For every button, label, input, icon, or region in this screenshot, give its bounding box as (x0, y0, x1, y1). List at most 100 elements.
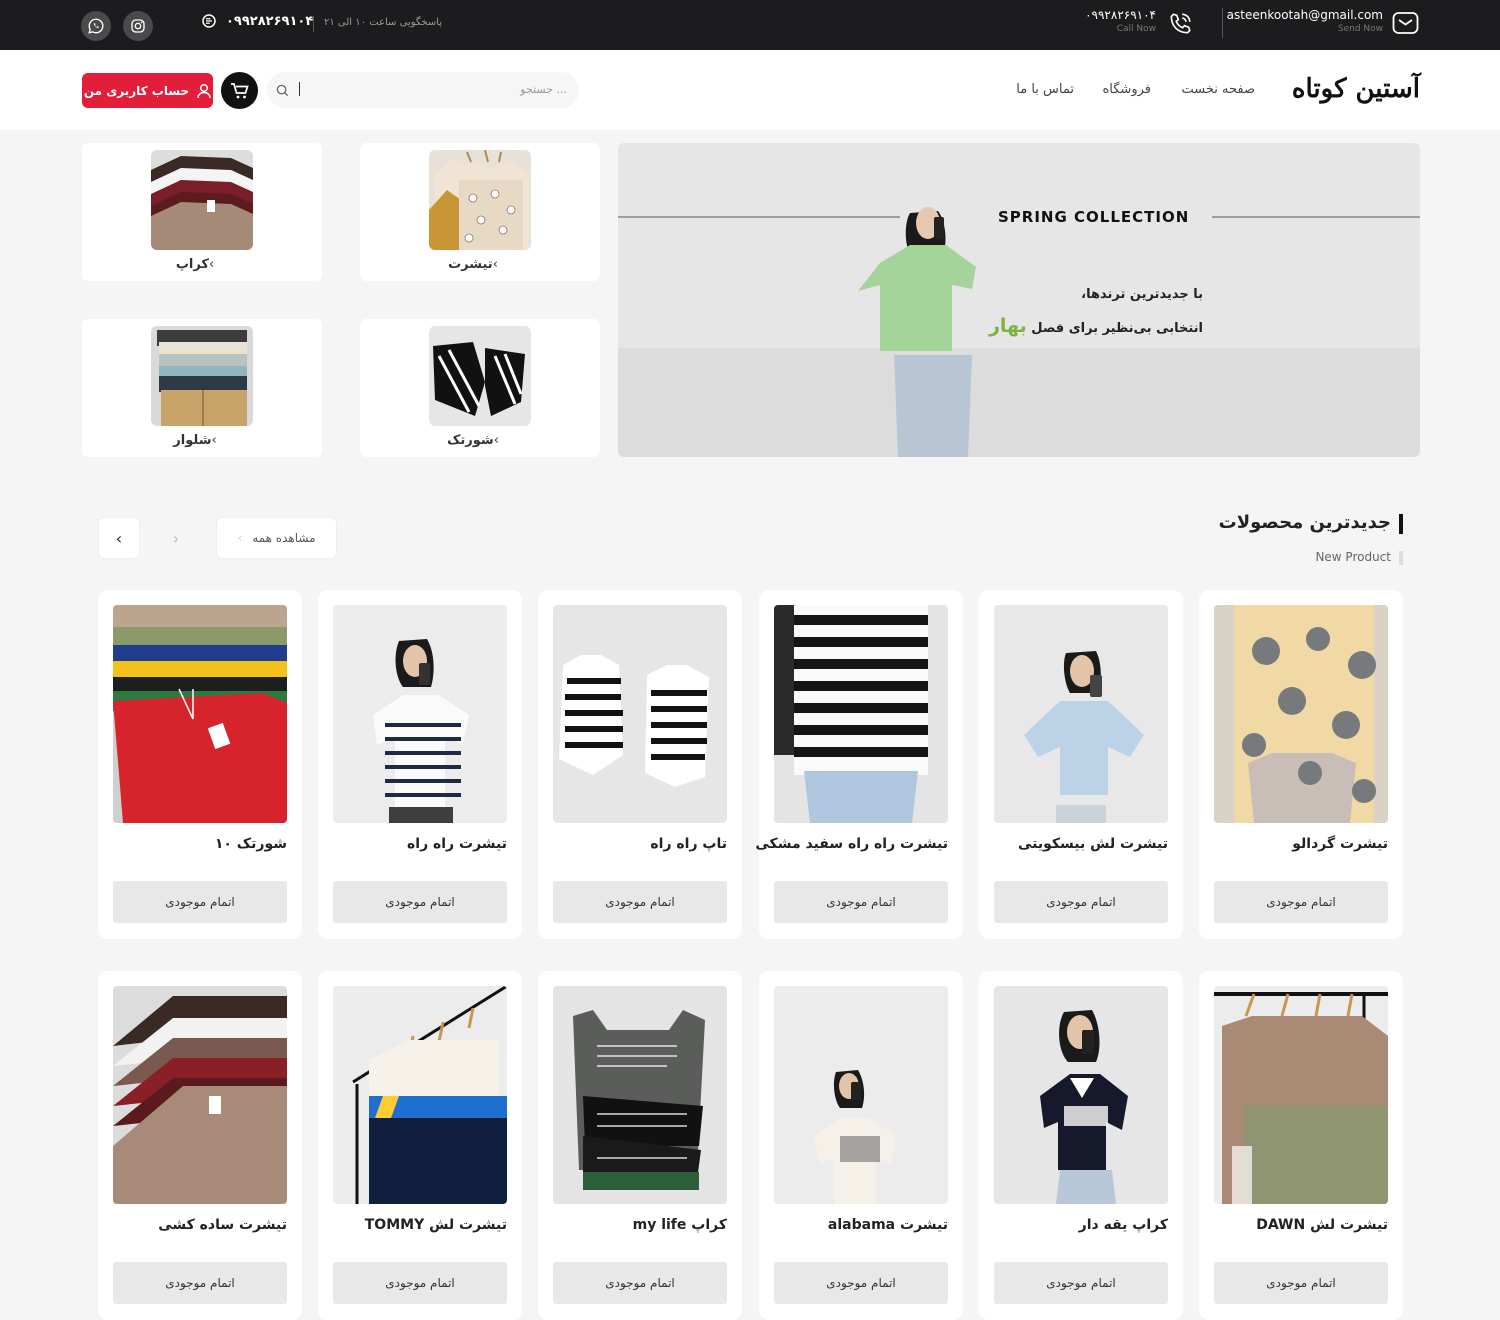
product-name[interactable]: تیشرت راه راه سفید مشکی (755, 836, 948, 852)
support-phone-number: ۰۹۹۲۸۲۶۹۱۰۴ (226, 13, 314, 29)
banner-highlight: بهار (988, 315, 1027, 337)
product-card[interactable]: تیشرت لش TOMMY اتمام موجودی (318, 971, 522, 1320)
out-of-stock-button[interactable]: اتمام موجودی (333, 1262, 507, 1304)
product-image (994, 986, 1168, 1204)
nav-home[interactable]: صفحه نخست (1182, 82, 1255, 97)
product-image (553, 986, 727, 1204)
nav-contact[interactable]: تماس با ما (1016, 82, 1074, 97)
category-image (151, 150, 253, 250)
out-of-stock-button[interactable]: اتمام موجودی (113, 1262, 287, 1304)
product-card[interactable]: کراپ my life اتمام موجودی (538, 971, 742, 1320)
product-name[interactable]: تیشرت گردالو (1292, 836, 1388, 852)
instagram-icon[interactable] (123, 11, 153, 41)
mail-icon (1392, 11, 1419, 35)
header: آستین کوتاه صفحه نخست فروشگاه تماس با ما… (0, 50, 1500, 130)
product-image (113, 986, 287, 1204)
email-address: asteenkootah@gmail.com (1226, 8, 1383, 22)
category-pants[interactable]: شلوار‹ (82, 319, 322, 457)
email-block[interactable]: asteenkootah@gmail.com Send Now (1227, 8, 1383, 36)
out-of-stock-button[interactable]: اتمام موجودی (994, 1262, 1168, 1304)
out-of-stock-button[interactable]: اتمام موجودی (774, 1262, 948, 1304)
search-input[interactable]: جستجو ... (520, 83, 567, 96)
product-card[interactable]: تیشرت راه راه اتمام موجودی (318, 590, 522, 939)
product-image (774, 605, 948, 823)
search-box[interactable]: جستجو ... (267, 72, 579, 108)
email-sub: Send Now (1337, 24, 1383, 34)
search-icon[interactable] (276, 84, 289, 97)
products-next-button[interactable]: › (155, 517, 197, 559)
product-card[interactable]: تیشرت گردالو اتمام موجودی (1199, 590, 1403, 939)
phone-icon (1167, 11, 1193, 37)
product-name[interactable]: تاپ راه راه (650, 836, 727, 852)
product-name[interactable]: تیشرت لش بیسکویتی (1018, 836, 1168, 852)
view-all-label: مشاهده همه (252, 531, 316, 545)
product-card[interactable]: تیشرت alabama اتمام موجودی (759, 971, 963, 1320)
cart-button[interactable] (221, 72, 258, 109)
product-card[interactable]: تاپ راه راه اتمام موجودی (538, 590, 742, 939)
product-card[interactable]: تیشرت لش DAWN اتمام موجودی (1199, 971, 1403, 1320)
view-all-button[interactable]: ‹ مشاهده همه (216, 517, 337, 559)
divider (1222, 8, 1223, 38)
section-title: جدیدترین محصولات (1218, 512, 1391, 533)
out-of-stock-button[interactable]: اتمام موجودی (1214, 881, 1388, 923)
support-phone[interactable]: ۰۹۹۲۸۲۶۹۱۰۴ (200, 12, 313, 30)
out-of-stock-button[interactable]: اتمام موجودی (994, 881, 1168, 923)
category-label: شلوار‹ (173, 433, 217, 448)
category-crop[interactable]: کراپ‹ (82, 143, 322, 281)
product-image (333, 605, 507, 823)
product-image (1214, 605, 1388, 823)
product-name[interactable]: کراپ my life (633, 1217, 727, 1233)
out-of-stock-button[interactable]: اتمام موجودی (774, 881, 948, 923)
out-of-stock-button[interactable]: اتمام موجودی (553, 1262, 727, 1304)
product-image (553, 605, 727, 823)
product-name[interactable]: تیشرت لش TOMMY (365, 1217, 507, 1233)
chevron-left-icon: ‹ (237, 531, 243, 545)
product-card[interactable]: کراپ یقه دار اتمام موجودی (979, 971, 1183, 1320)
category-label: تیشرت‹ (448, 257, 498, 272)
product-card[interactable]: شورتک ۱۰ اتمام موجودی (98, 590, 302, 939)
category-shorts[interactable]: شورتک‹ (360, 319, 600, 457)
call-phone: ۰۹۹۲۸۲۶۹۱۰۴ (1085, 8, 1156, 22)
chevron-left-icon: ‹ (211, 433, 217, 448)
banner-line-2: انتخابی بی‌نظیر برای فصل بهار (988, 315, 1203, 337)
subtitle-accent (1399, 551, 1403, 565)
product-name[interactable]: کراپ یقه دار (1079, 1217, 1168, 1233)
category-image (429, 150, 531, 250)
out-of-stock-button[interactable]: اتمام موجودی (333, 881, 507, 923)
product-card[interactable]: تیشرت راه راه سفید مشکی اتمام موجودی (755, 590, 963, 939)
call-block[interactable]: ۰۹۹۲۸۲۶۹۱۰۴ Call Now (1085, 8, 1156, 36)
banner-title: SPRING COLLECTION (998, 208, 1190, 226)
category-tshirt[interactable]: تیشرت‹ (360, 143, 600, 281)
site-logo[interactable]: آستین کوتاه (1292, 74, 1420, 104)
product-image (333, 986, 507, 1204)
product-name[interactable]: تیشرت alabama (828, 1217, 948, 1233)
category-label: کراپ‹ (175, 257, 215, 272)
nav-shop[interactable]: فروشگاه (1102, 82, 1151, 97)
out-of-stock-button[interactable]: اتمام موجودی (113, 881, 287, 923)
headset-icon (202, 14, 216, 28)
product-image (113, 605, 287, 823)
category-image (429, 326, 531, 426)
hero-banner[interactable]: ‹ › (618, 143, 1420, 457)
product-name[interactable]: تیشرت ساده کشی (158, 1217, 287, 1233)
product-name[interactable]: تیشرت لش DAWN (1256, 1217, 1388, 1233)
section-subtitle: New Product (1315, 550, 1391, 564)
chevron-left-icon: ‹ (115, 528, 123, 548)
product-card[interactable]: تیشرت لش بیسکویتی اتمام موجودی (979, 590, 1183, 939)
user-icon (197, 83, 211, 98)
product-card[interactable]: تیشرت ساده کشی اتمام موجودی (98, 971, 302, 1320)
product-image (994, 605, 1168, 823)
category-label: شورتک‹ (447, 433, 499, 448)
product-name[interactable]: شورتک ۱۰ (215, 836, 287, 852)
divider (313, 16, 314, 32)
title-accent (1399, 514, 1403, 534)
whatsapp-icon[interactable] (81, 11, 111, 41)
products-prev-button[interactable]: ‹ (98, 517, 140, 559)
out-of-stock-button[interactable]: اتمام موجودی (553, 881, 727, 923)
banner-image (618, 143, 1420, 457)
out-of-stock-button[interactable]: اتمام موجودی (1214, 1262, 1388, 1304)
chevron-right-icon: › (172, 528, 180, 548)
top-bar: ۰۹۹۲۸۲۶۹۱۰۴ پاسخگویی ساعت ۱۰ الی ۲۱ ۰۹۹۲… (0, 0, 1500, 50)
account-button[interactable]: حساب کاربری من (82, 73, 213, 108)
product-name[interactable]: تیشرت راه راه (407, 836, 507, 852)
